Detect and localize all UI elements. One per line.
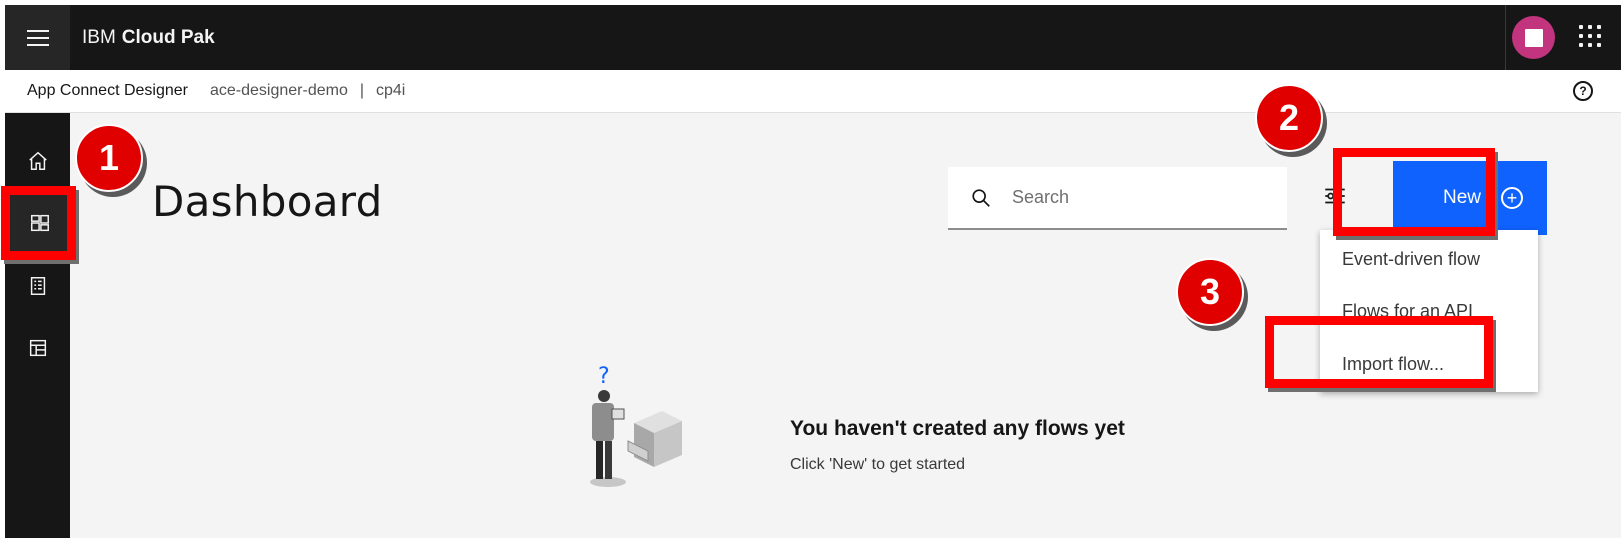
question-mark: ?	[598, 365, 610, 389]
nav-item-dashboard[interactable]	[5, 191, 70, 255]
avatar-glyph	[1524, 28, 1543, 47]
brand-prefix: IBM	[82, 26, 116, 48]
add-circle-icon: +	[1501, 187, 1523, 209]
hamburger-menu-button[interactable]	[5, 5, 70, 70]
brand-product: Cloud Pak	[121, 26, 215, 48]
annotation-badge-3: 3	[1176, 258, 1244, 326]
annotation-badge-2: 2	[1255, 84, 1323, 152]
breadcrumb-separator: |	[359, 82, 364, 99]
annotation-badge-1: 1	[75, 124, 143, 192]
settings-adjust-icon[interactable]	[1322, 183, 1348, 209]
search-input[interactable]	[1012, 187, 1272, 208]
search-box[interactable]	[948, 167, 1287, 230]
main-content: Dashboard New + Event-driven flow Flows …	[70, 113, 1621, 538]
left-navigation	[5, 113, 70, 538]
nav-item-templates[interactable]	[5, 316, 70, 380]
new-button-label: New	[1443, 187, 1482, 208]
menu-item-import-flow[interactable]: Import flow...	[1320, 338, 1538, 390]
app-switcher-icon[interactable]	[1579, 25, 1601, 47]
page-title: Dashboard	[152, 177, 383, 226]
search-icon	[972, 188, 990, 207]
nav-item-home[interactable]	[5, 129, 70, 193]
namespace-name: cp4i	[376, 82, 406, 99]
top-header-bar: IBM Cloud Pak	[5, 5, 1621, 70]
instance-name: ace-designer-demo	[209, 82, 348, 99]
catalog-icon	[30, 277, 45, 295]
empty-state-subtitle: Click 'New' to get started	[790, 456, 966, 473]
new-dropdown-menu: Event-driven flow Flows for an API Impor…	[1320, 230, 1538, 392]
empty-state-title: You haven't created any flows yet	[790, 417, 1125, 440]
user-avatar[interactable]	[1512, 16, 1555, 59]
templates-icon	[29, 339, 46, 357]
product-brand[interactable]: IBM Cloud Pak	[82, 5, 215, 70]
help-icon[interactable]: ?	[1573, 81, 1593, 101]
sub-header: App Connect Designer ace-designer-demo |…	[5, 70, 1621, 113]
header-divider	[1505, 5, 1506, 70]
hamburger-menu-icon	[26, 29, 49, 46]
nav-item-catalog[interactable]	[5, 254, 70, 318]
menu-item-flows-for-api[interactable]: Flows for an API	[1320, 285, 1538, 337]
empty-state-illustration: ?	[590, 365, 682, 487]
app-name[interactable]: App Connect Designer	[27, 82, 188, 100]
dashboard-icon	[30, 214, 49, 232]
menu-item-event-driven-flow[interactable]: Event-driven flow	[1320, 233, 1538, 285]
new-button[interactable]: New +	[1393, 161, 1547, 235]
home-icon	[28, 151, 47, 170]
